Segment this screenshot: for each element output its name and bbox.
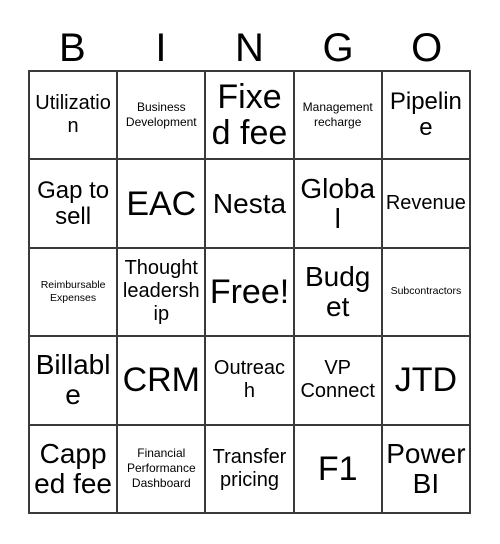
header-letter-g: G — [322, 26, 354, 70]
bingo-cell-label: Fixed fee — [211, 78, 288, 153]
bingo-cell-label: Thought leadership — [122, 257, 200, 326]
bingo-cell-free-space[interactable]: Free! — [206, 248, 295, 338]
bingo-cell-label: Capped fee — [34, 437, 113, 499]
bingo-cell-n4[interactable]: Outreach — [206, 337, 295, 426]
bingo-cell-label: Budget — [304, 260, 371, 322]
bingo-grid: Utilization Business Development Fixed f… — [28, 70, 471, 514]
bingo-cell-label: Management recharge — [302, 100, 373, 130]
bingo-cell-i4[interactable]: CRM — [118, 337, 207, 426]
bingo-cell-b2[interactable]: Gap to sell — [30, 160, 119, 249]
bingo-cell-o4[interactable]: JTD — [382, 337, 471, 426]
bingo-cell-g2[interactable]: Global — [294, 160, 383, 249]
bingo-cell-i5[interactable]: Financial Performance Dashboard — [118, 425, 207, 514]
bingo-cell-label: Power BI — [386, 437, 466, 499]
bingo-cell-g5[interactable]: F1 — [294, 425, 383, 514]
bingo-cell-label: Revenue — [385, 192, 466, 215]
header-letter-n: N — [235, 26, 264, 70]
bingo-cell-label: CRM — [122, 361, 200, 400]
bingo-cell-n5[interactable]: Transfer pricing — [206, 425, 295, 514]
bingo-cell-label: Outreach — [213, 357, 286, 403]
bingo-cell-label: JTD — [394, 361, 458, 400]
bingo-cell-n1[interactable]: Fixed fee — [206, 72, 295, 161]
bingo-cell-b5[interactable]: Capped fee — [30, 425, 119, 514]
bingo-cell-label: Financial Performance Dashboard — [126, 446, 196, 491]
bingo-cell-i3[interactable]: Thought leadership — [118, 248, 207, 338]
bingo-cell-g4[interactable]: VP Connect — [294, 337, 383, 426]
bingo-header: B I N G O — [28, 18, 471, 70]
bingo-cell-label: Pipeline — [389, 88, 462, 142]
bingo-cell-o2[interactable]: Revenue — [382, 160, 471, 249]
bingo-cell-o5[interactable]: Power BI — [382, 425, 471, 514]
bingo-cell-n2[interactable]: Nesta — [206, 160, 295, 249]
bingo-cell-b4[interactable]: Billable — [30, 337, 119, 426]
bingo-cell-o1[interactable]: Pipeline — [382, 72, 471, 161]
bingo-cell-g3[interactable]: Budget — [294, 248, 383, 338]
bingo-cell-label: Reimbursable Expenses — [40, 278, 106, 304]
bingo-cell-label: Gap to sell — [37, 176, 110, 230]
header-letter-b: B — [58, 26, 86, 70]
bingo-cell-label: Billable — [35, 349, 111, 411]
bingo-cell-label: VP Connect — [300, 357, 375, 403]
bingo-cell-label: Transfer pricing — [212, 445, 287, 491]
bingo-cell-label: Subcontractors — [390, 285, 462, 298]
bingo-cell-g1[interactable]: Management recharge — [294, 72, 383, 161]
bingo-card: B I N G O Utilization Business Developme… — [0, 0, 500, 544]
bingo-cell-label: Business Development — [125, 100, 197, 130]
header-letter-i: I — [155, 26, 167, 70]
header-letter-o: O — [411, 26, 443, 70]
bingo-cell-o3[interactable]: Subcontractors — [382, 248, 471, 338]
bingo-cell-label: F1 — [317, 449, 358, 488]
bingo-cell-i2[interactable]: EAC — [118, 160, 207, 249]
bingo-cell-label: Free! — [209, 272, 290, 311]
bingo-cell-label: Global — [300, 172, 376, 234]
bingo-cell-label: Utilization — [35, 92, 111, 138]
bingo-cell-i1[interactable]: Business Development — [118, 72, 207, 161]
bingo-cell-b3[interactable]: Reimbursable Expenses — [30, 248, 119, 338]
bingo-cell-label: EAC — [126, 184, 197, 223]
bingo-cell-label: Nesta — [212, 187, 287, 219]
bingo-cell-b1[interactable]: Utilization — [30, 72, 119, 161]
